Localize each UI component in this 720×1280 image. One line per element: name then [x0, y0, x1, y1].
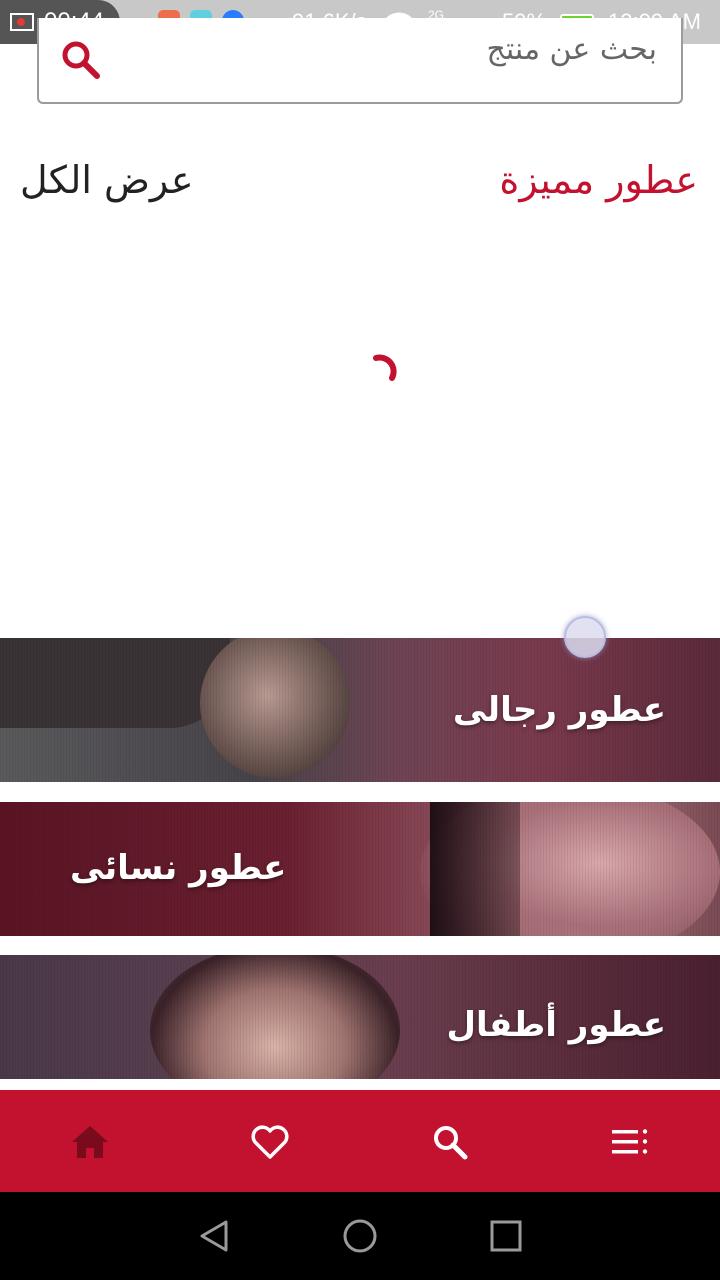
search-placeholder: بحث عن منتج [486, 32, 657, 67]
search-icon[interactable] [59, 38, 103, 82]
category-banner-kids[interactable]: عطور أطفال [0, 955, 720, 1079]
touch-indicator [564, 616, 606, 658]
category-banner-men[interactable]: عطور رجالى [0, 638, 720, 782]
category-banner-women[interactable]: عطور نسائى [0, 802, 720, 936]
bottom-nav [0, 1090, 720, 1192]
nav-search[interactable] [420, 1112, 480, 1172]
view-all-link[interactable]: عرض الكل [20, 158, 194, 202]
record-icon [10, 13, 34, 31]
home-circle-icon[interactable] [340, 1216, 380, 1256]
menu-icon [612, 1129, 648, 1154]
nav-favorites[interactable] [240, 1112, 300, 1172]
system-nav-bar [0, 1192, 720, 1280]
recent-apps-icon[interactable] [486, 1216, 526, 1256]
search-input[interactable]: بحث عن منتج [37, 18, 683, 104]
loading-spinner-icon [373, 354, 397, 381]
home-icon [72, 1126, 108, 1158]
nav-menu[interactable] [600, 1112, 660, 1172]
search-icon [434, 1126, 468, 1160]
category-label-women: عطور نسائى [70, 848, 287, 888]
heart-icon [251, 1125, 289, 1159]
category-label-kids: عطور أطفال [446, 1005, 667, 1045]
featured-section-title: عطور مميزة [499, 158, 698, 202]
back-icon[interactable] [194, 1216, 234, 1256]
nav-home[interactable] [60, 1112, 120, 1172]
category-label-men: عطور رجالى [452, 690, 666, 730]
